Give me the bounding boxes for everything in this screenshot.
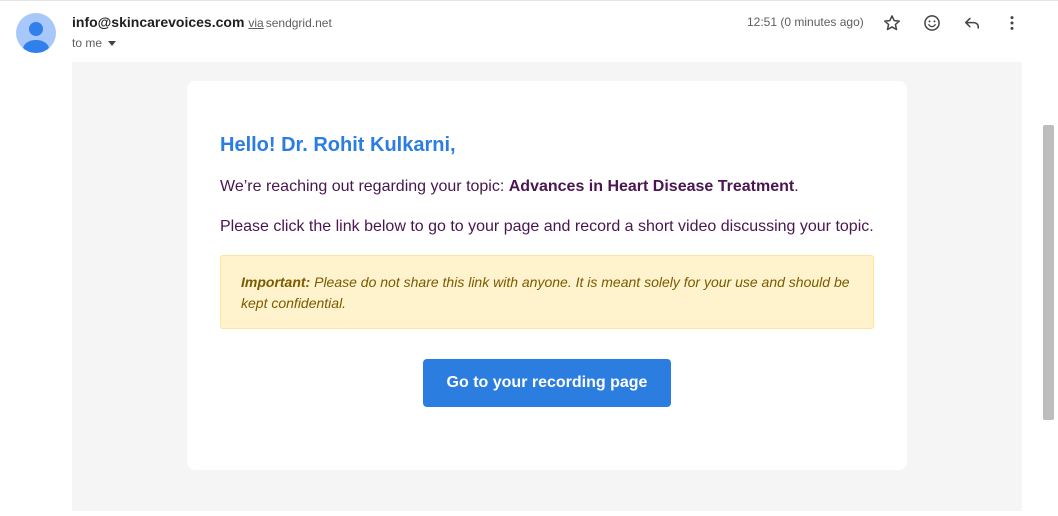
- sender-avatar[interactable]: [16, 13, 56, 53]
- star-icon: [884, 15, 900, 31]
- star-button[interactable]: [880, 11, 904, 35]
- more-vert-icon: [1010, 16, 1014, 30]
- via-link[interactable]: via: [248, 16, 263, 30]
- via-domain: sendgrid.net: [265, 16, 332, 30]
- intro-prefix: We’re reaching out regarding your topic:: [220, 178, 509, 195]
- recipients-toggle[interactable]: to me: [72, 36, 117, 50]
- sender-line: info@skincarevoices.com via sendgrid.net: [72, 14, 332, 30]
- sender-email[interactable]: info@skincarevoices.com: [72, 14, 244, 30]
- more-options-button[interactable]: [1000, 11, 1024, 35]
- person-icon: [23, 22, 49, 53]
- email-view: info@skincarevoices.com via sendgrid.net t…: [0, 0, 1058, 516]
- add-reaction-button[interactable]: [920, 11, 944, 35]
- topic-title: Advances in Heart Disease Treatment: [508, 178, 795, 195]
- scrollbar-thumb[interactable]: [1043, 125, 1054, 420]
- message-timestamp: 12:51 (0 minutes ago): [747, 15, 864, 29]
- notice-label: Important:: [241, 274, 311, 290]
- reply-button[interactable]: [960, 11, 984, 35]
- confidentiality-notice: Important: Please do not share this link…: [220, 255, 874, 329]
- greeting-heading: Hello! Dr. Rohit Kulkarni,: [220, 134, 456, 156]
- notice-text: Please do not share this link with anyon…: [241, 274, 850, 311]
- message-body: Hello! Dr. Rohit Kulkarni, We’re reachin…: [72, 62, 1022, 511]
- intro-suffix: .: [794, 178, 799, 195]
- chevron-down-icon[interactable]: [108, 41, 117, 46]
- email-card: Hello! Dr. Rohit Kulkarni, We’re reachin…: [187, 81, 907, 470]
- recording-page-button[interactable]: Go to your recording page: [423, 359, 671, 407]
- to-label: to me: [72, 36, 103, 50]
- emoji-icon: [924, 15, 940, 31]
- intro-paragraph: We’re reaching out regarding your topic:…: [220, 178, 799, 196]
- instruction-paragraph: Please click the link below to go to you…: [220, 218, 874, 235]
- reply-icon: [965, 17, 979, 29]
